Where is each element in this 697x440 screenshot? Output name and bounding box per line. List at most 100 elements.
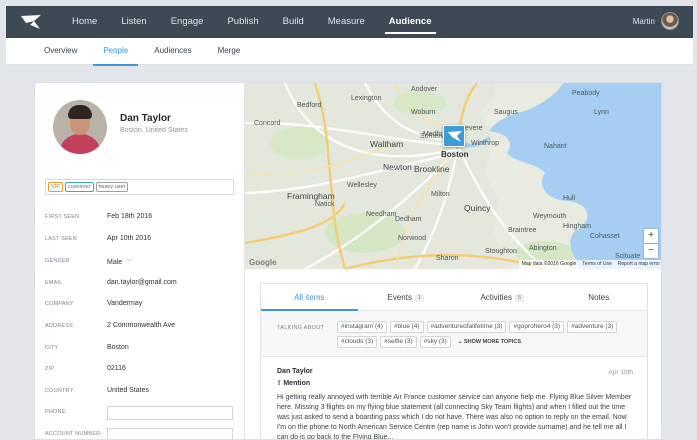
subnav-people[interactable]: People bbox=[93, 38, 139, 66]
map-label: Dedham bbox=[395, 216, 422, 223]
subnav-overview[interactable]: Overview bbox=[44, 38, 77, 65]
topic-chip[interactable]: #adventureofalifetime (3) bbox=[426, 321, 507, 333]
show-more-topics-button[interactable]: ⌄ SHOW MORE TOPICS bbox=[458, 336, 521, 348]
tags-input[interactable]: VIP customer heavy user bbox=[45, 179, 234, 195]
map-label: Andover bbox=[411, 86, 438, 93]
field-label: ADDRESS bbox=[45, 323, 73, 329]
location-map[interactable]: Andover Peabody Lynn Concord Bedford Wob… bbox=[245, 83, 661, 269]
map-terms-link[interactable]: Terms of Use bbox=[582, 261, 611, 268]
map-label: Weymouth bbox=[533, 213, 567, 220]
gender-select[interactable]: Male ﹀ bbox=[107, 257, 132, 266]
topic-chip[interactable]: #adventure (3) bbox=[567, 321, 618, 333]
map-label: Framingham bbox=[287, 191, 335, 201]
field-value: Feb 18th 2016 bbox=[107, 213, 153, 220]
map-zoom-in-button[interactable]: + bbox=[644, 229, 658, 243]
field-label: CITY bbox=[45, 345, 59, 351]
map-label: Concord bbox=[254, 120, 281, 127]
user-avatar[interactable] bbox=[661, 12, 679, 30]
map-label: Stoughton bbox=[485, 248, 517, 255]
nav-audience[interactable]: Audience bbox=[384, 6, 436, 38]
tab-activities[interactable]: Activities 5 bbox=[454, 284, 551, 310]
nav-home[interactable]: Home bbox=[72, 6, 97, 38]
field-label: ACCOUNT NUMBER bbox=[45, 431, 101, 437]
map-label: Saugus bbox=[494, 109, 518, 116]
topics-bar: TALKING ABOUT #instagram (4) #blue (4) #… bbox=[261, 311, 647, 357]
map-label: Cohasset bbox=[590, 233, 620, 240]
field-value[interactable]: 2 Commonwealth Ave bbox=[107, 322, 175, 329]
tab-events[interactable]: Events 1 bbox=[358, 284, 455, 310]
map-label: Hingham bbox=[563, 223, 592, 230]
account-number-input[interactable] bbox=[107, 428, 233, 439]
field-value[interactable]: 02116 bbox=[107, 365, 126, 372]
tag-vip[interactable]: VIP bbox=[48, 182, 63, 192]
post-source-label: Mention bbox=[283, 380, 311, 387]
user-menu[interactable]: Martin bbox=[633, 12, 679, 30]
topic-chip[interactable]: #clouds (3) bbox=[337, 336, 378, 348]
tab-notes[interactable]: Notes bbox=[551, 284, 648, 310]
chevron-down-icon: ﹀ bbox=[126, 260, 133, 266]
tab-count-badge: 1 bbox=[414, 294, 425, 302]
map-label: Norwood bbox=[398, 235, 427, 242]
topic-chip[interactable]: #sky (3) bbox=[419, 336, 451, 348]
map-label: Quincy bbox=[464, 203, 491, 213]
map-zoom-out-button[interactable]: − bbox=[644, 244, 658, 258]
nav-build[interactable]: Build bbox=[283, 6, 304, 38]
tab-all-items[interactable]: All items bbox=[261, 284, 358, 311]
sub-nav: Overview People Audiences Merge bbox=[44, 38, 266, 66]
field-address: ADDRESS 2 Commonwealth Ave bbox=[45, 320, 240, 334]
nav-measure[interactable]: Measure bbox=[328, 6, 365, 38]
map-label: Needham bbox=[366, 211, 397, 218]
subnav-merge[interactable]: Merge bbox=[218, 38, 241, 65]
map-label: Braintree bbox=[508, 227, 537, 234]
brand-logo-icon[interactable] bbox=[20, 13, 42, 31]
sub-navigation-bar: Overview People Audiences Merge bbox=[6, 38, 693, 66]
field-label: COMPANY bbox=[45, 301, 74, 307]
map-label: Woburn bbox=[411, 109, 436, 116]
topic-chip[interactable]: #gopro­hero4 (3) bbox=[509, 321, 565, 333]
map-label: Lynn bbox=[594, 109, 609, 116]
nav-listen[interactable]: Listen bbox=[121, 6, 146, 38]
map-data-text: Map data ©2016 Google bbox=[521, 261, 577, 267]
map-label: Nahant bbox=[544, 143, 567, 150]
subnav-audiences[interactable]: Audiences bbox=[154, 38, 191, 65]
field-label: PHONE bbox=[45, 409, 66, 415]
nav-publish[interactable]: Publish bbox=[227, 6, 258, 38]
map-label: Scituate bbox=[615, 253, 641, 260]
tab-label: All items bbox=[294, 293, 325, 302]
topic-chip[interactable]: #instagram (4) bbox=[337, 321, 387, 333]
phone-input[interactable] bbox=[107, 406, 233, 420]
tag-heavy-user[interactable]: heavy user bbox=[95, 182, 129, 192]
post-text: Hi getting really annoyed with terrible … bbox=[277, 394, 632, 440]
activity-feed: All items Events 1 Activities 5 Notes TALK… bbox=[260, 283, 648, 440]
field-country: COUNTRY United States bbox=[45, 385, 240, 399]
post-author[interactable]: Dan Taylor bbox=[277, 368, 313, 375]
field-first-seen: FIRST SEEN Feb 18th 2016 bbox=[45, 211, 240, 225]
map-label: Sharon bbox=[436, 255, 459, 262]
field-phone: PHONE bbox=[45, 406, 240, 420]
tab-label: Activities bbox=[480, 293, 512, 302]
map-report-link[interactable]: Report a map error bbox=[618, 261, 660, 268]
field-value[interactable]: United States bbox=[107, 387, 149, 394]
nav-engage[interactable]: Engage bbox=[171, 6, 204, 38]
profile-panel: Dan Taylor Boston, United States VIP cus… bbox=[34, 82, 662, 440]
location-pin-icon[interactable] bbox=[443, 125, 465, 147]
show-more-label: SHOW MORE TOPICS bbox=[463, 339, 522, 345]
topic-chip[interactable]: #blue (4) bbox=[389, 321, 424, 333]
tab-label: Events bbox=[387, 293, 412, 302]
field-label: ZIP bbox=[45, 366, 55, 372]
topics-label: TALKING ABOUT bbox=[277, 325, 325, 331]
feed-tabs: All items Events 1 Activities 5 Notes bbox=[261, 284, 647, 311]
tab-label: Notes bbox=[588, 293, 610, 302]
topic-chips: #instagram (4) #blue (4) #adventureofali… bbox=[337, 321, 637, 348]
brand-logo-icon bbox=[448, 131, 462, 142]
profile-name: Dan Taylor bbox=[120, 113, 171, 124]
gender-value: Male bbox=[107, 259, 123, 266]
top-navigation-bar: Home Listen Engage Publish Build Measure… bbox=[6, 6, 693, 38]
tag-customer[interactable]: customer bbox=[64, 182, 94, 192]
topic-chip[interactable]: #selfie (3) bbox=[380, 336, 417, 348]
profile-sidebar: Dan Taylor Boston, United States VIP cus… bbox=[35, 83, 245, 439]
map-label: Brookline bbox=[414, 164, 450, 174]
field-value[interactable]: Boston bbox=[107, 344, 129, 351]
field-value[interactable]: Vandermay bbox=[107, 300, 142, 307]
field-value[interactable]: dan.taylor@gmail.com bbox=[107, 279, 177, 286]
